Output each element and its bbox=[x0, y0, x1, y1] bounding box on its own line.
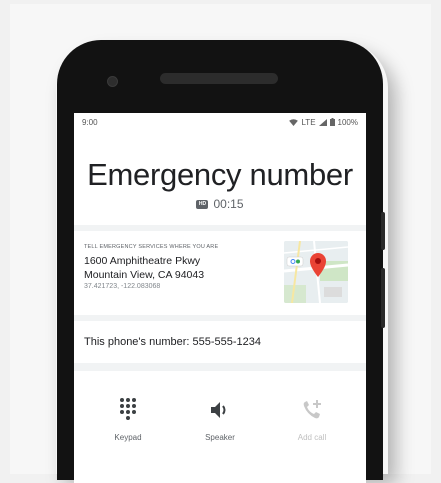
call-title: Emergency number bbox=[87, 157, 353, 192]
battery-icon bbox=[329, 118, 335, 126]
network-type: LTE bbox=[301, 117, 316, 127]
speaker-label: Speaker bbox=[205, 433, 235, 442]
speaker-button[interactable]: Speaker bbox=[174, 397, 266, 442]
speaker-icon bbox=[211, 402, 226, 418]
location-card[interactable]: TELL EMERGENCY SERVICES WHERE YOU ARE 16… bbox=[74, 231, 366, 315]
call-timer: HD 00:15 bbox=[74, 197, 366, 211]
status-time: 9:00 bbox=[82, 117, 98, 127]
add-call-icon bbox=[303, 400, 321, 419]
phone-screen: 9:00 LTE 100% Emergency number HD 00:15 bbox=[74, 113, 366, 483]
location-map-thumbnail[interactable] bbox=[284, 241, 348, 303]
front-camera bbox=[107, 76, 118, 87]
battery-level: 100% bbox=[337, 117, 358, 127]
own-phone-number: This phone's number: 555-555-1234 bbox=[84, 336, 261, 348]
section-divider bbox=[74, 363, 366, 371]
call-duration: 00:15 bbox=[213, 197, 244, 211]
signal-icon bbox=[318, 118, 327, 126]
add-call-button[interactable]: Add call bbox=[266, 397, 358, 442]
add-call-label: Add call bbox=[297, 433, 327, 442]
keypad-label: Keypad bbox=[114, 433, 142, 442]
dialpad-icon bbox=[120, 398, 136, 420]
in-call-actions: Keypad Speaker Add call bbox=[74, 371, 366, 442]
status-icons: LTE 100% bbox=[289, 118, 358, 127]
keypad-button[interactable]: Keypad bbox=[82, 397, 174, 442]
power-button bbox=[381, 212, 385, 250]
hd-call-icon: HD bbox=[196, 199, 209, 209]
map-search-badge bbox=[286, 256, 304, 267]
earpiece-speaker bbox=[160, 73, 278, 84]
wifi-icon bbox=[289, 118, 299, 126]
volume-button bbox=[381, 268, 385, 328]
status-bar: 9:00 LTE 100% bbox=[74, 113, 366, 131]
phone-device: 9:00 LTE 100% Emergency number HD 00:15 bbox=[57, 40, 385, 483]
map-graphic bbox=[284, 241, 348, 303]
